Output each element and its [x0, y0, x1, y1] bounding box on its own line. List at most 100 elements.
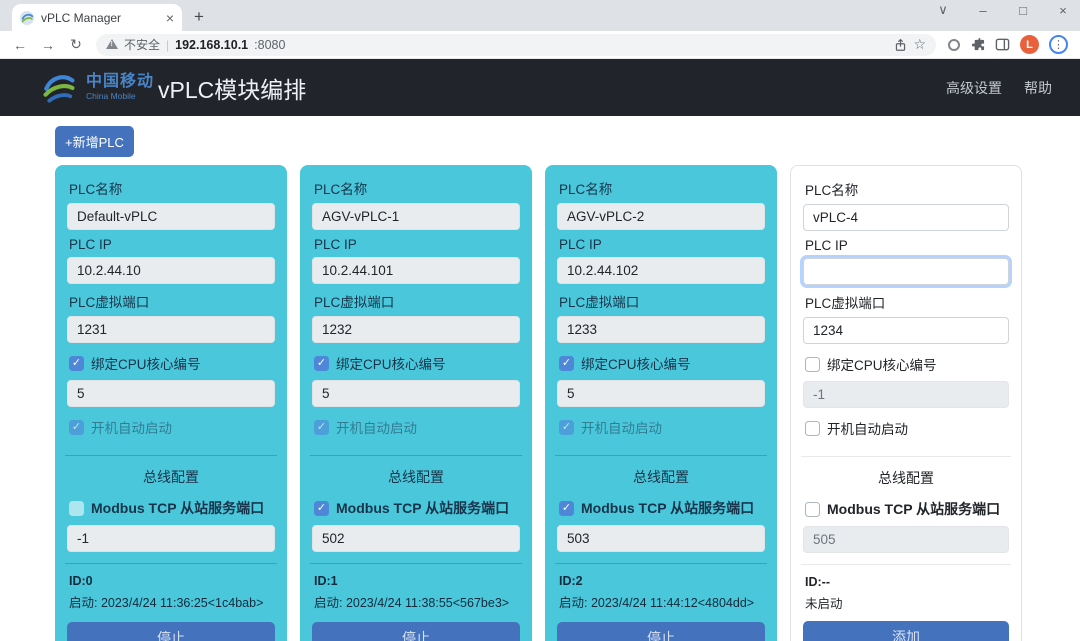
window-minimize-icon[interactable]: – [976, 3, 990, 18]
plc-name-input[interactable] [67, 203, 275, 230]
autostart-checkbox[interactable]: ✓ [805, 421, 820, 436]
check-icon: ✓ [562, 422, 571, 433]
stop-button[interactable]: 停止 [312, 622, 520, 641]
extension-ring-icon[interactable] [948, 39, 960, 51]
plc-status-text: 未启动 [805, 593, 1009, 612]
plc-status-text: 启动: 2023/4/24 11:36:25<1c4bab> [69, 592, 275, 611]
autostart-label: 开机自动启动 [91, 417, 172, 437]
check-icon: ✓ [317, 422, 326, 433]
check-icon: ✓ [317, 503, 326, 514]
cpu-bind-row[interactable]: ✓ 绑定CPU核心编号 [314, 353, 520, 373]
reload-icon[interactable]: ↻ [64, 36, 88, 53]
autostart-row[interactable]: ✓ 开机自动启动 [314, 417, 520, 437]
divider [555, 455, 767, 456]
forward-icon[interactable]: → [36, 37, 60, 53]
modbus-checkbox[interactable]: ✓ [805, 502, 820, 517]
bookmark-star-icon[interactable]: ☆ [913, 36, 926, 53]
plc-ip-input[interactable] [803, 258, 1009, 285]
divider [801, 456, 1011, 457]
extensions-puzzle-icon[interactable] [970, 37, 985, 52]
stop-button[interactable]: 停止 [557, 622, 765, 641]
side-panel-icon[interactable] [995, 37, 1010, 52]
modbus-row[interactable]: ✓ Modbus TCP 从站服务端口 [314, 498, 520, 518]
plc-card-default: PLC名称 PLC IP PLC虚拟端口 ✓ 绑定CPU核心编号 ✓ 开机自动启… [55, 165, 287, 641]
cpu-bind-row[interactable]: ✓ 绑定CPU核心编号 [69, 353, 275, 373]
cpu-bind-checkbox[interactable]: ✓ [69, 356, 84, 371]
china-mobile-logo [40, 70, 78, 106]
add-button[interactable]: 添加 [803, 621, 1009, 641]
modbus-checkbox[interactable]: ✓ [559, 501, 574, 516]
check-icon: ✓ [562, 358, 571, 369]
modbus-checkbox[interactable]: ✓ [314, 501, 329, 516]
share-icon[interactable] [894, 38, 907, 52]
autostart-label: 开机自动启动 [827, 418, 908, 438]
cpu-bind-row[interactable]: ✓ 绑定CPU核心编号 [559, 353, 765, 373]
url-omnibox[interactable]: ! 不安全 | 192.168.10.1 :8080 ☆ [96, 34, 936, 56]
plc-port-input[interactable] [312, 316, 520, 343]
autostart-row[interactable]: ✓ 开机自动启动 [559, 417, 765, 437]
url-port: :8080 [254, 38, 285, 52]
modbus-row[interactable]: ✓ Modbus TCP 从站服务端口 [559, 498, 765, 518]
bus-config-title: 总线配置 [67, 467, 275, 487]
plc-port-input[interactable] [557, 316, 765, 343]
modbus-port-input[interactable] [67, 525, 275, 552]
back-icon[interactable]: ← [8, 37, 32, 53]
modbus-port-input[interactable] [557, 525, 765, 552]
autostart-row[interactable]: ✓ 开机自动启动 [69, 417, 275, 437]
app-header: 中国移动 China Mobile vPLC模块编排 高级设置 帮助 [0, 59, 1080, 116]
profile-avatar[interactable]: L [1020, 35, 1039, 54]
cpu-core-input[interactable] [312, 380, 520, 407]
autostart-checkbox[interactable]: ✓ [559, 420, 574, 435]
check-icon: ✓ [72, 422, 81, 433]
plc-port-input[interactable] [67, 316, 275, 343]
cpu-core-input[interactable] [803, 381, 1009, 408]
plc-ip-input[interactable] [67, 257, 275, 284]
cpu-core-input[interactable] [67, 380, 275, 407]
cpu-bind-checkbox[interactable]: ✓ [805, 357, 820, 372]
cpu-bind-label: 绑定CPU核心编号 [91, 353, 201, 373]
cpu-bind-row[interactable]: ✓ 绑定CPU核心编号 [805, 354, 1009, 374]
window-maximize-icon[interactable]: □ [1016, 3, 1030, 18]
autostart-checkbox[interactable]: ✓ [69, 420, 84, 435]
window-chevron-icon[interactable]: ∨ [936, 2, 950, 18]
nav-advanced-settings[interactable]: 高级设置 [946, 78, 1002, 98]
tab-close-icon[interactable]: × [166, 11, 174, 25]
cpu-core-input[interactable] [557, 380, 765, 407]
brand-chinese: 中国移动 [86, 74, 154, 90]
modbus-checkbox[interactable]: ✓ [69, 501, 84, 516]
nav-help[interactable]: 帮助 [1024, 78, 1052, 98]
window-close-icon[interactable]: × [1056, 3, 1070, 18]
browser-tab[interactable]: vPLC Manager × [12, 4, 182, 31]
modbus-port-input[interactable] [803, 526, 1009, 553]
url-separator: | [166, 38, 169, 52]
modbus-label: Modbus TCP 从站服务端口 [91, 498, 264, 518]
modbus-row[interactable]: ✓ Modbus TCP 从站服务端口 [69, 498, 275, 518]
plc-ip-input[interactable] [312, 257, 520, 284]
cpu-bind-checkbox[interactable]: ✓ [314, 356, 329, 371]
modbus-label: Modbus TCP 从站服务端口 [827, 499, 1000, 519]
plc-name-input[interactable] [803, 204, 1009, 231]
modbus-port-input[interactable] [312, 525, 520, 552]
browser-menu-icon[interactable]: ⋮ [1049, 35, 1068, 54]
plc-id-text: ID:1 [314, 574, 520, 588]
plc-ip-input[interactable] [557, 257, 765, 284]
plc-name-input[interactable] [312, 203, 520, 230]
plc-port-label: PLC虚拟端口 [805, 292, 1009, 312]
plc-name-input[interactable] [557, 203, 765, 230]
stop-button[interactable]: 停止 [67, 622, 275, 641]
bus-config-title: 总线配置 [557, 467, 765, 487]
plc-id-text: ID:0 [69, 574, 275, 588]
add-plc-button[interactable]: +新增PLC [55, 126, 134, 157]
cpu-bind-checkbox[interactable]: ✓ [559, 356, 574, 371]
modbus-row[interactable]: ✓ Modbus TCP 从站服务端口 [805, 499, 1009, 519]
new-tab-button[interactable]: + [194, 7, 204, 27]
main-content: +新增PLC PLC名称 PLC IP PLC虚拟端口 ✓ 绑定CPU核心编号 … [0, 116, 1080, 641]
plc-name-label: PLC名称 [805, 179, 1009, 199]
plc-card-new: PLC名称 PLC IP PLC虚拟端口 ✓ 绑定CPU核心编号 ✓ 开机自动启… [790, 165, 1022, 641]
browser-tab-strip: vPLC Manager × + ∨ – □ × [0, 0, 1080, 31]
plc-cards-row: PLC名称 PLC IP PLC虚拟端口 ✓ 绑定CPU核心编号 ✓ 开机自动启… [55, 165, 1080, 641]
autostart-checkbox[interactable]: ✓ [314, 420, 329, 435]
plc-port-input[interactable] [803, 317, 1009, 344]
autostart-row[interactable]: ✓ 开机自动启动 [805, 418, 1009, 438]
divider [65, 563, 277, 564]
